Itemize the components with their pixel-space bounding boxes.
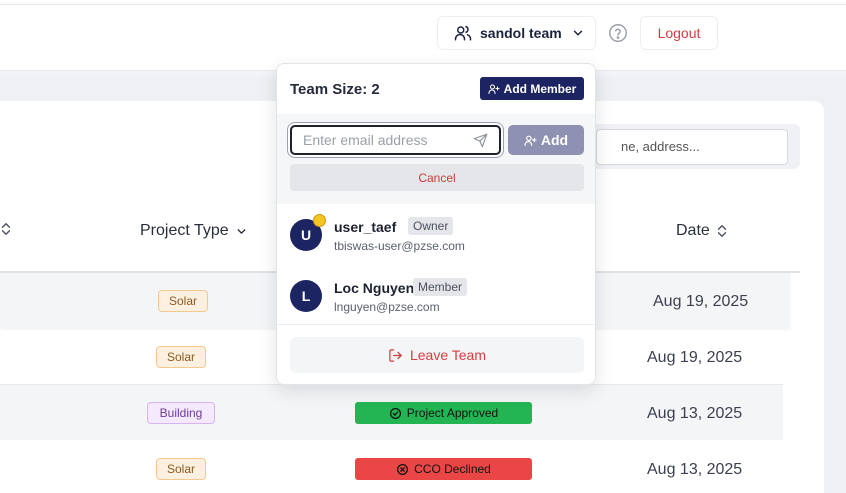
crown-icon <box>313 214 326 227</box>
user-plus-icon <box>524 135 537 146</box>
help-circle-icon[interactable] <box>607 22 629 44</box>
member-item: U user_taef Owner tbiswas-user@pzse.com <box>290 214 580 255</box>
sort-icon <box>717 225 726 237</box>
search-input[interactable]: ne, address... <box>596 129 788 165</box>
status-badge: CCO Declined <box>355 458 532 480</box>
email-field[interactable]: Enter email address <box>290 125 501 155</box>
team-name: sandol team <box>480 25 562 41</box>
member-item: L Loc Nguyen Member lnguyen@pzse.com <box>290 276 580 316</box>
member-email: lnguyen@pzse.com <box>334 300 440 314</box>
team-size-title: Team Size: 2 <box>290 81 380 98</box>
column-header-date[interactable]: Date <box>676 222 728 240</box>
project-type-badge: Solar <box>158 290 208 312</box>
row-date: Aug 13, 2025 <box>647 405 743 422</box>
email-placeholder: Enter email address <box>303 132 428 148</box>
sort-icon <box>1 223 11 235</box>
member-name: Loc Nguyen <box>334 280 415 296</box>
table-row[interactable]: Building Project Approved Aug 13, 2025 <box>0 385 783 440</box>
status-badge: Project Approved <box>355 402 532 424</box>
avatar: L <box>290 280 322 312</box>
send-icon[interactable] <box>473 133 488 148</box>
column-header-label: Project Type <box>140 222 229 239</box>
table-row[interactable]: Solar CCO Declined Aug 13, 2025 <box>0 441 783 493</box>
column-header-sort[interactable] <box>0 222 12 236</box>
add-member-button[interactable]: Add Member <box>480 77 584 100</box>
user-plus-icon <box>488 83 500 94</box>
row-date: Aug 13, 2025 <box>647 461 743 478</box>
chevron-down-icon <box>573 30 582 36</box>
role-badge: Member <box>413 278 468 296</box>
row-date: Aug 19, 2025 <box>647 349 743 366</box>
add-member-label: Add Member <box>503 81 577 96</box>
row-date: Aug 19, 2025 <box>653 293 749 310</box>
status-label: CCO Declined <box>414 462 491 476</box>
leave-team-label: Leave Team <box>409 347 486 363</box>
team-switcher-button[interactable]: sandol team <box>437 16 596 50</box>
app-header: sandol team Logout <box>0 5 846 71</box>
logout-button[interactable]: Logout <box>640 16 718 50</box>
chevron-down-icon <box>237 228 246 234</box>
leave-team-button[interactable]: Leave Team <box>290 337 584 373</box>
column-header-project-type[interactable]: Project Type <box>140 222 248 240</box>
status-label: Project Approved <box>406 406 499 420</box>
add-button[interactable]: Add <box>508 125 584 155</box>
member-name: user_taef <box>334 219 397 235</box>
project-type-badge: Solar <box>156 346 206 368</box>
column-header-label: Date <box>676 222 710 239</box>
team-popover: Team Size: 2 Add Member Enter email addr… <box>276 63 596 385</box>
cancel-button[interactable]: Cancel <box>290 164 584 191</box>
project-type-badge: Solar <box>156 458 206 480</box>
divider <box>277 324 595 325</box>
member-email: tbiswas-user@pzse.com <box>334 239 465 253</box>
check-circle-icon <box>389 407 401 419</box>
users-icon <box>454 25 472 41</box>
project-type-badge: Building <box>147 402 215 424</box>
add-label: Add <box>540 132 569 148</box>
log-out-icon <box>389 348 402 362</box>
x-circle-icon <box>397 463 409 475</box>
role-badge: Owner <box>408 217 454 235</box>
